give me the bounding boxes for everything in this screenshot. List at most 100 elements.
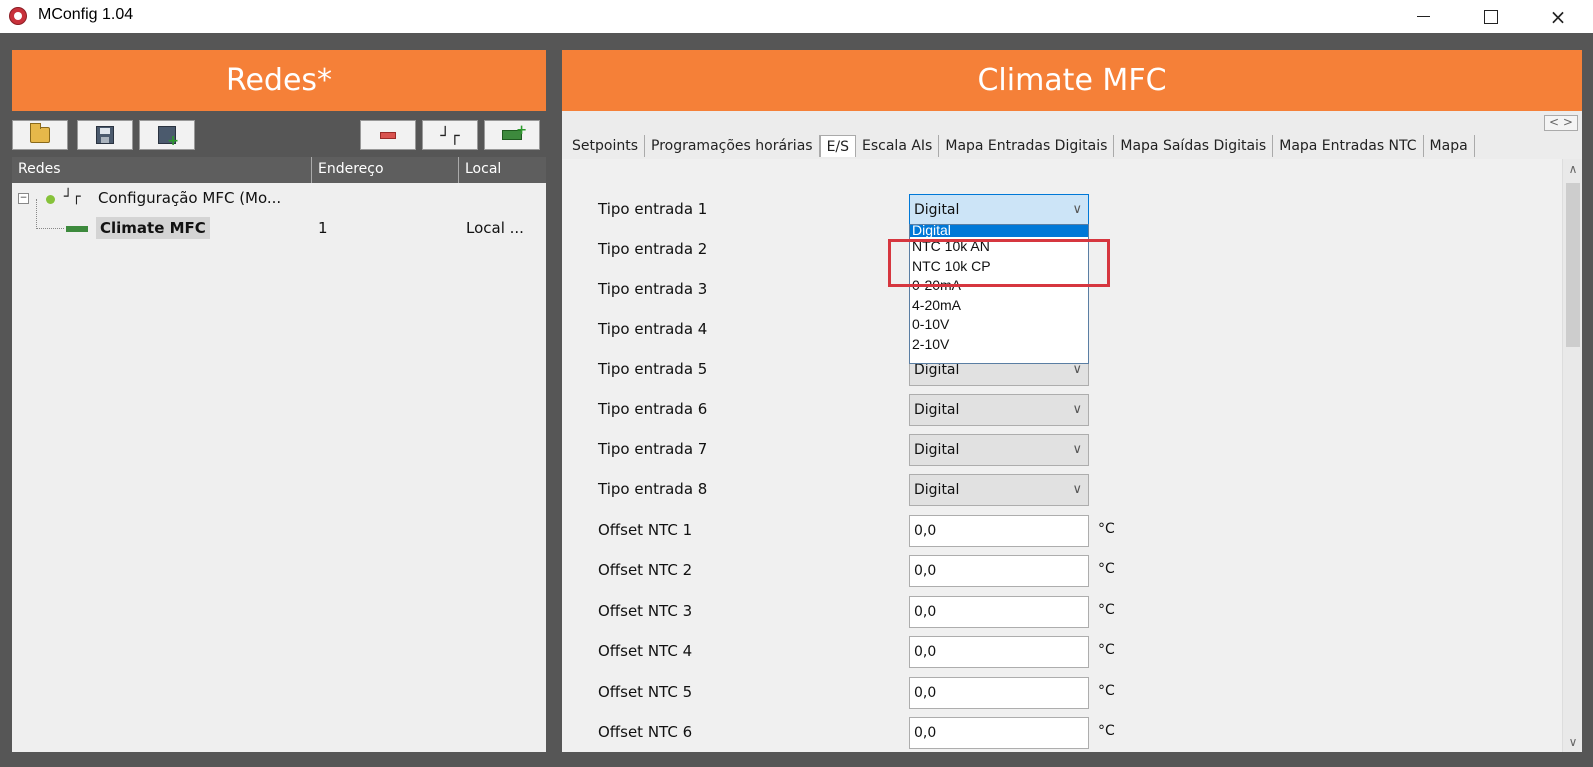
tab-es[interactable]: E/S <box>819 135 857 157</box>
tab-mapa-entradas-ntc[interactable]: Mapa Entradas NTC <box>1273 135 1424 157</box>
field-label: Offset NTC 6 <box>598 723 693 741</box>
tree-column-header: Redes Endereço Local <box>12 157 546 183</box>
form-row: Offset NTC 6 0,0 °C <box>562 717 1162 749</box>
tree-node-device[interactable]: Climate MFC 1 Local ... <box>12 217 546 241</box>
input-type-select[interactable]: Digital ∨ <box>909 394 1089 426</box>
field-label: Tipo entrada 8 <box>598 480 708 498</box>
form-row: Tipo entrada 6 Digital ∨ <box>562 394 1162 426</box>
dropdown-option[interactable]: 4-20mA <box>910 296 1088 316</box>
form-row: Tipo entrada 8 Digital ∨ <box>562 474 1162 506</box>
save-as-button[interactable] <box>139 120 195 150</box>
input-type-select[interactable]: Digital ∨ <box>909 194 1089 226</box>
unit-label: °C <box>1098 683 1115 699</box>
chevron-down-icon: ∨ <box>1072 202 1082 217</box>
offset-input[interactable]: 0,0 <box>909 555 1089 587</box>
maximize-button[interactable] <box>1468 0 1514 33</box>
field-label: Tipo entrada 6 <box>598 400 708 418</box>
save-button[interactable] <box>77 120 133 150</box>
offset-input[interactable]: 0,0 <box>909 596 1089 628</box>
select-value: Digital <box>914 482 960 498</box>
scroll-up-icon[interactable]: ∧ <box>1563 159 1583 179</box>
tab-scroll-arrows[interactable]: < > <box>1544 115 1578 131</box>
network-icon: ┘┌ <box>64 189 81 205</box>
field-label: Tipo entrada 3 <box>598 280 708 298</box>
highlight-annotation <box>888 239 1110 287</box>
scroll-down-icon[interactable]: ∨ <box>1563 732 1583 752</box>
tab-strip: < > Setpoints Programações horárias E/S … <box>562 111 1582 159</box>
unit-label: °C <box>1098 642 1115 658</box>
collapse-toggle[interactable]: − <box>18 193 29 204</box>
app-logo-icon <box>9 7 27 25</box>
column-redes[interactable]: Redes <box>12 157 312 183</box>
tab-mapa-entradas-digitais[interactable]: Mapa Entradas Digitais <box>939 135 1115 157</box>
offset-input[interactable]: 0,0 <box>909 636 1089 668</box>
column-local[interactable]: Local <box>459 157 546 183</box>
device-address: 1 <box>318 219 328 237</box>
save-icon <box>96 126 114 144</box>
add-network-button[interactable]: ┘┌ <box>422 120 478 150</box>
field-label: Offset NTC 4 <box>598 642 693 660</box>
networks-panel: Redes* ┘┌ Redes Endereço Local − ┘┌ Conf… <box>12 50 546 752</box>
form-row: Offset NTC 4 0,0 °C <box>562 636 1162 668</box>
field-label: Offset NTC 3 <box>598 602 693 620</box>
title-bar: MConfig 1.04 × <box>0 0 1593 33</box>
remove-button[interactable] <box>360 120 416 150</box>
minimize-button[interactable] <box>1400 0 1446 33</box>
form-row: Offset NTC 1 0,0 °C <box>562 515 1162 547</box>
unit-label: °C <box>1098 561 1115 577</box>
close-button[interactable]: × <box>1535 0 1581 33</box>
device-header: Climate MFC <box>562 50 1582 111</box>
form-row: Tipo entrada 1 Digital ∨ <box>562 194 1162 226</box>
form-row: Offset NTC 5 0,0 °C <box>562 677 1162 709</box>
input-type-select[interactable]: Digital ∨ <box>909 434 1089 466</box>
input-type-select[interactable]: Digital ∨ <box>909 474 1089 506</box>
device-icon <box>66 226 88 232</box>
select-value: Digital <box>914 402 960 418</box>
chevron-down-icon: ∨ <box>1072 402 1082 417</box>
save-as-icon <box>158 126 179 149</box>
networks-toolbar: ┘┌ <box>12 111 546 157</box>
select-value: Digital <box>914 202 960 218</box>
device-panel: Climate MFC < > Setpoints Programações h… <box>562 50 1582 752</box>
tab-programacoes[interactable]: Programações horárias <box>645 135 820 157</box>
form-row: Offset NTC 2 0,0 °C <box>562 555 1162 587</box>
select-value: Digital <box>914 442 960 458</box>
offset-input[interactable]: 0,0 <box>909 677 1089 709</box>
tab-mapa-saidas-digitais[interactable]: Mapa Saídas Digitais <box>1114 135 1274 157</box>
offset-input[interactable]: 0,0 <box>909 515 1089 547</box>
field-label: Offset NTC 5 <box>598 683 693 701</box>
tab-escala-ais[interactable]: Escala AIs <box>856 135 940 157</box>
dropdown-option[interactable]: Digital <box>910 225 1088 237</box>
remove-icon <box>380 131 396 139</box>
column-endereco[interactable]: Endereço <box>312 157 459 183</box>
dropdown-option[interactable]: 0-10V <box>910 315 1088 335</box>
tab-mapa[interactable]: Mapa <box>1424 135 1475 157</box>
maximize-icon <box>1484 9 1498 24</box>
dropdown-option[interactable]: 2-10V <box>910 335 1088 355</box>
networks-header: Redes* <box>12 50 546 111</box>
tree-node-label: Configuração MFC (Mo... <box>98 189 282 207</box>
chevron-down-icon: ∨ <box>1072 442 1082 457</box>
field-label: Tipo entrada 5 <box>598 360 708 378</box>
tab-setpoints[interactable]: Setpoints <box>572 135 645 157</box>
form-row: Offset NTC 3 0,0 °C <box>562 596 1162 628</box>
tree-node-network[interactable]: − ┘┌ Configuração MFC (Mo... <box>12 187 546 211</box>
scroll-thumb[interactable] <box>1566 183 1580 347</box>
add-device-button[interactable] <box>484 120 540 150</box>
field-label: Tipo entrada 2 <box>598 240 708 258</box>
folder-open-icon <box>30 123 50 143</box>
add-network-icon: ┘┌ <box>440 125 460 145</box>
minimize-icon <box>1416 16 1430 17</box>
chevron-down-icon: ∨ <box>1072 482 1082 497</box>
form-row: Tipo entrada 7 Digital ∨ <box>562 434 1162 466</box>
open-button[interactable] <box>12 120 68 150</box>
tree-node-label: Climate MFC <box>96 217 210 239</box>
vertical-scrollbar[interactable]: ∧ ∨ <box>1562 159 1582 752</box>
device-local: Local ... <box>466 219 524 237</box>
offset-input[interactable]: 0,0 <box>909 717 1089 749</box>
tabs: Setpoints Programações horárias E/S Esca… <box>572 135 1572 157</box>
unit-label: °C <box>1098 723 1115 739</box>
field-label: Offset NTC 1 <box>598 521 693 539</box>
network-tree: − ┘┌ Configuração MFC (Mo... Climate MFC… <box>12 183 546 752</box>
unit-label: °C <box>1098 602 1115 618</box>
